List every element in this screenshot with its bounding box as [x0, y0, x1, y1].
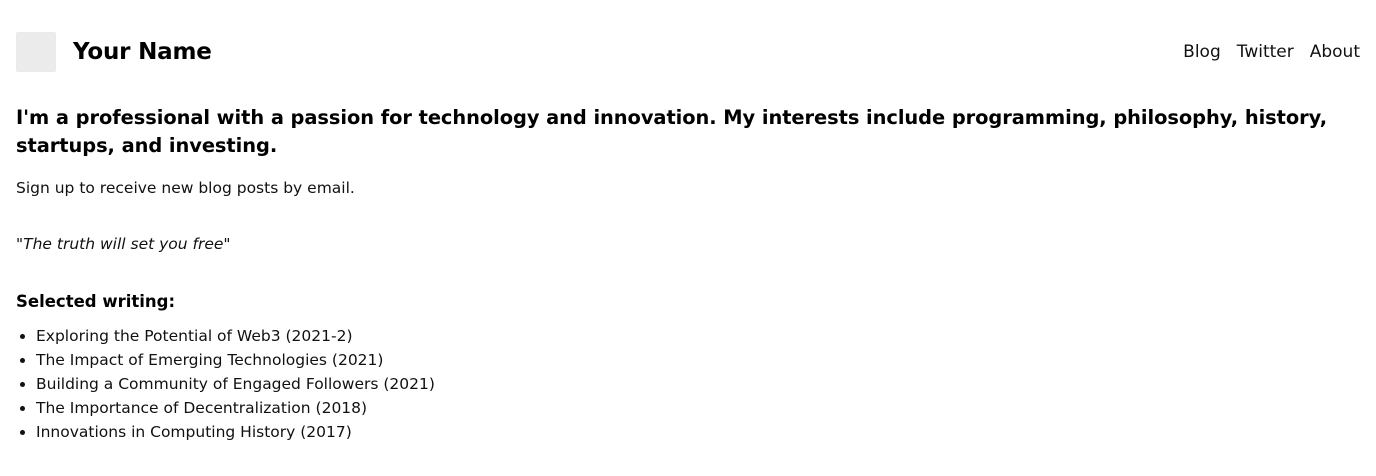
site-header: Your Name Blog Twitter About	[16, 32, 1360, 72]
signup-text: Sign up to receive new blog posts by ema…	[16, 179, 355, 197]
writing-item[interactable]: The Importance of Decentralization (2018…	[36, 396, 435, 420]
writing-item[interactable]: Exploring the Potential of Web3 (2021-2)	[36, 324, 435, 348]
top-nav: Blog Twitter About	[1183, 42, 1360, 62]
site-name[interactable]: Your Name	[73, 39, 212, 65]
selected-writing-heading: Selected writing:	[16, 292, 176, 311]
quote: "The truth will set you free"	[16, 235, 231, 253]
intro-text: I'm a professional with a passion for te…	[16, 106, 1328, 157]
writing-item[interactable]: Building a Community of Engaged Follower…	[36, 372, 435, 396]
writing-item[interactable]: Innovations in Computing History (2017)	[36, 420, 435, 444]
writing-item[interactable]: The Impact of Emerging Technologies (202…	[36, 348, 435, 372]
nav-link-about[interactable]: About	[1310, 42, 1360, 62]
selected-writing-list: Exploring the Potential of Web3 (2021-2)…	[16, 324, 435, 444]
brand: Your Name	[16, 32, 212, 72]
nav-link-blog[interactable]: Blog	[1183, 42, 1221, 62]
avatar	[16, 32, 56, 72]
nav-link-twitter[interactable]: Twitter	[1237, 42, 1294, 62]
